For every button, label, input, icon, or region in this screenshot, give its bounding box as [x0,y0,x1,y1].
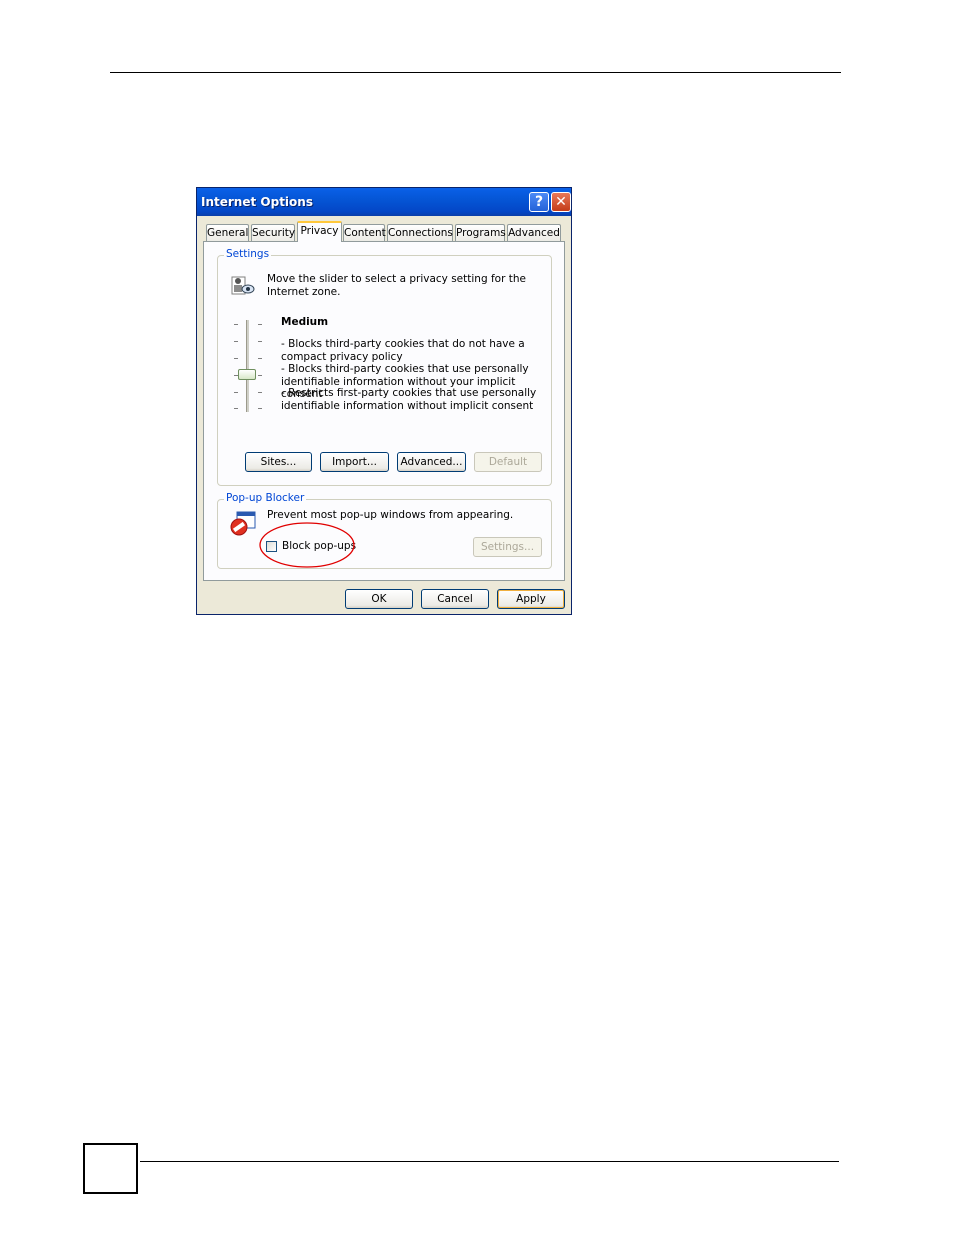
popup-settings-button[interactable]: Settings... [473,537,542,557]
slider-tick [234,408,238,409]
slider-tick [234,358,238,359]
close-icon: ✕ [555,194,567,210]
privacy-bullet-3: - Restricts first-party cookies that use… [281,387,537,412]
slider-tick [234,341,238,342]
sites-button[interactable]: Sites... [245,452,312,472]
tab-general[interactable]: General [206,224,249,241]
privacy-bullet-1: - Blocks third-party cookies that do not… [281,338,525,363]
privacy-icon [231,276,255,295]
slider-tick [258,392,262,393]
help-icon: ? [534,194,544,210]
page-number-box [83,1143,138,1194]
privacy-level-name: Medium [281,316,329,328]
title-bar[interactable]: Internet Options ? ✕ [197,188,571,216]
cancel-button[interactable]: Cancel [421,589,489,609]
page-header-rule [110,72,841,73]
apply-button[interactable]: Apply [497,589,565,609]
import-button[interactable]: Import... [320,452,389,472]
slider-tick [258,375,262,376]
slider-tick [258,408,262,409]
settings-group: Settings Move the slider to select a pri… [217,248,552,486]
tab-connections[interactable]: Connections [387,224,453,241]
slider-tick [234,392,238,393]
slider-thumb[interactable] [238,369,256,380]
settings-legend: Settings [224,248,272,260]
tab-security[interactable]: Security [251,224,295,241]
default-button[interactable]: Default [474,452,542,472]
popup-blocker-icon [230,511,256,536]
tab-advanced[interactable]: Advanced [507,224,561,241]
internet-options-dialog: Internet Options ? ✕ General Security Pr… [196,187,572,615]
slider-track [246,320,249,412]
settings-intro-text: Move the slider to select a privacy sett… [267,273,526,298]
slider-tick [258,341,262,342]
ok-button[interactable]: OK [345,589,413,609]
tab-programs[interactable]: Programs [455,224,506,241]
popup-blocker-legend: Pop-up Blocker [224,492,307,504]
page-footer-rule [140,1161,839,1162]
tab-privacy[interactable]: Privacy [297,221,342,242]
close-button[interactable]: ✕ [551,192,571,212]
slider-tick [258,324,262,325]
privacy-slider[interactable] [232,320,272,416]
slider-tick [258,358,262,359]
slider-tick [234,324,238,325]
advanced-button[interactable]: Advanced... [397,452,466,472]
help-button[interactable]: ? [529,192,549,212]
highlight-ellipse [259,522,355,568]
tab-content[interactable]: Content [343,224,386,241]
dialog-title: Internet Options [201,195,313,209]
